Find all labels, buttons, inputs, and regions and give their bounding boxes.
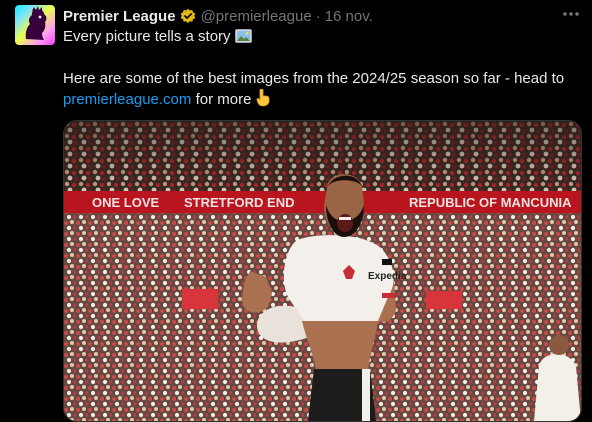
tweet-line-1: Every picture tells a story bbox=[63, 27, 588, 49]
tweet-line-3-text: for more bbox=[195, 91, 252, 108]
tweet-header: Premier League @premierleague · 16 nov. bbox=[63, 5, 592, 27]
separator-dot: · bbox=[315, 7, 321, 25]
more-options-icon[interactable] bbox=[560, 4, 582, 24]
match-photo: ONE LOVE STRETFORD END REPUBLIC OF MANCU… bbox=[64, 121, 581, 421]
tweet-line-2: Here are some of the best images from th… bbox=[63, 69, 588, 89]
pointing-down-emoji-icon bbox=[255, 88, 271, 113]
tweet-text: Every picture tells a story Here are som… bbox=[63, 27, 588, 113]
banner-text-right: REPUBLIC OF MANCUNIA bbox=[409, 195, 572, 210]
account-handle[interactable]: @premierleague bbox=[201, 8, 312, 25]
verified-badge-icon[interactable] bbox=[180, 8, 196, 24]
tweet-media-photo[interactable]: ONE LOVE STRETFORD END REPUBLIC OF MANCU… bbox=[63, 120, 582, 422]
banner-text-left: ONE LOVE bbox=[92, 195, 160, 210]
picture-emoji-icon bbox=[234, 29, 252, 49]
tweet-line-1-text: Every picture tells a story bbox=[63, 28, 231, 45]
shirt-sponsor-text: Expedia bbox=[368, 271, 407, 282]
website-link[interactable]: premierleague.com bbox=[63, 91, 191, 108]
premier-league-lion-icon bbox=[25, 6, 47, 40]
avatar[interactable] bbox=[15, 5, 55, 45]
banner-text-mid: STRETFORD END bbox=[184, 195, 295, 210]
tweet-line-2-text: Here are some of the best images from th… bbox=[63, 70, 565, 87]
tweet-timestamp[interactable]: 16 nov. bbox=[325, 8, 373, 25]
tweet-line-3: premierleague.com for more bbox=[63, 88, 588, 113]
account-name[interactable]: Premier League bbox=[63, 8, 176, 25]
